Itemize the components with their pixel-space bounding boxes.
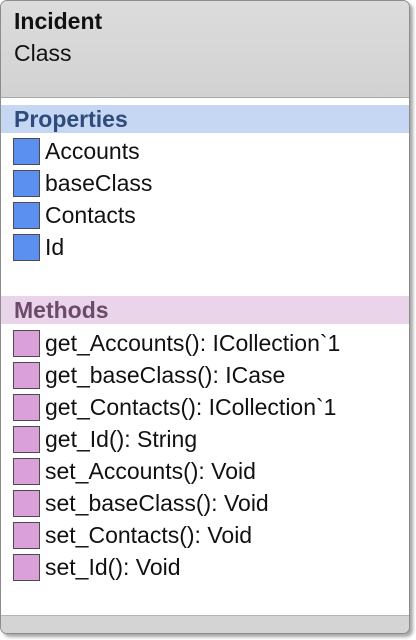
method-icon bbox=[13, 426, 40, 453]
method-icon bbox=[13, 490, 40, 517]
method-label: get_Contacts(): ICollection`1 bbox=[45, 394, 337, 420]
property-item[interactable]: baseClass bbox=[1, 168, 409, 200]
method-item[interactable]: get_Id(): String bbox=[1, 424, 409, 456]
property-label: baseClass bbox=[45, 170, 153, 196]
method-icon bbox=[13, 330, 40, 357]
method-item[interactable]: set_Accounts(): Void bbox=[1, 456, 409, 488]
methods-header[interactable]: Methods bbox=[1, 296, 409, 324]
method-label: get_baseClass(): ICase bbox=[45, 362, 286, 388]
methods-list: get_Accounts(): ICollection`1 get_baseCl… bbox=[1, 328, 409, 584]
property-icon bbox=[13, 170, 40, 197]
class-footer bbox=[1, 615, 409, 633]
property-icon bbox=[13, 138, 40, 165]
method-icon bbox=[13, 458, 40, 485]
method-item[interactable]: set_Contacts(): Void bbox=[1, 520, 409, 552]
property-icon bbox=[13, 234, 40, 261]
property-item[interactable]: Contacts bbox=[1, 200, 409, 232]
method-label: set_Accounts(): Void bbox=[45, 458, 256, 484]
method-label: get_Id(): String bbox=[45, 426, 198, 452]
method-icon bbox=[13, 394, 40, 421]
method-label: get_Accounts(): ICollection`1 bbox=[45, 330, 341, 356]
class-header: Incident Class bbox=[1, 1, 409, 98]
method-item[interactable]: get_Accounts(): ICollection`1 bbox=[1, 328, 409, 360]
property-label: Accounts bbox=[45, 138, 140, 164]
class-card: Incident Class Properties Accounts baseC… bbox=[0, 0, 410, 634]
property-item[interactable]: Id bbox=[1, 232, 409, 264]
class-stereotype: Class bbox=[14, 40, 72, 66]
method-item[interactable]: get_baseClass(): ICase bbox=[1, 360, 409, 392]
method-item[interactable]: get_Contacts(): ICollection`1 bbox=[1, 392, 409, 424]
class-name: Incident bbox=[14, 8, 103, 34]
method-label: set_Id(): Void bbox=[45, 554, 181, 580]
property-label: Contacts bbox=[45, 202, 136, 228]
method-item[interactable]: set_baseClass(): Void bbox=[1, 488, 409, 520]
method-icon bbox=[13, 522, 40, 549]
method-label: set_baseClass(): Void bbox=[45, 490, 269, 516]
method-icon bbox=[13, 362, 40, 389]
method-item[interactable]: set_Id(): Void bbox=[1, 552, 409, 584]
property-label: Id bbox=[45, 234, 65, 260]
properties-list: Accounts baseClass Contacts Id bbox=[1, 136, 409, 264]
property-icon bbox=[13, 202, 40, 229]
method-icon bbox=[13, 554, 40, 581]
property-item[interactable]: Accounts bbox=[1, 136, 409, 168]
properties-header[interactable]: Properties bbox=[1, 105, 409, 133]
method-label: set_Contacts(): Void bbox=[45, 522, 253, 548]
